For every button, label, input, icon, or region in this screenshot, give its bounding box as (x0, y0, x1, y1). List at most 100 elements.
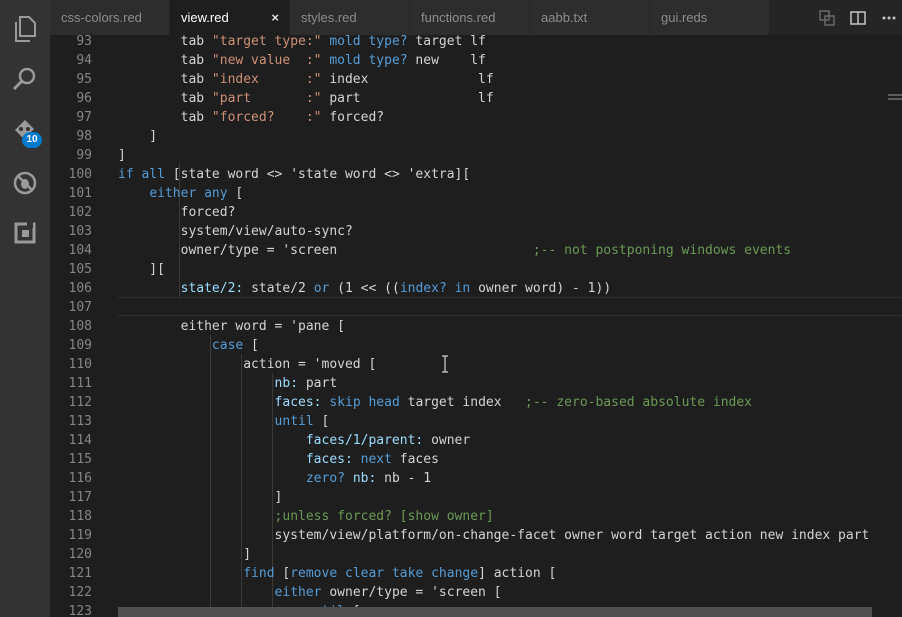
code-token: ] (118, 129, 158, 144)
code-line[interactable]: 117 ] (50, 488, 902, 507)
code-token: ] (118, 148, 126, 163)
line-number: 110 (68, 357, 92, 372)
text-cursor-icon (441, 355, 449, 373)
code-text: faces: next faces (118, 450, 439, 469)
extensions-icon[interactable] (0, 208, 50, 258)
code-editor[interactable]: 93 tab "target type:" mold type? target … (50, 35, 902, 617)
code-token: ;-- zero-based absolute index (525, 395, 753, 410)
line-number: 107 (68, 300, 92, 315)
split-editor-icon[interactable] (842, 10, 874, 25)
tab-label: view.red (181, 10, 229, 25)
code-token: [ (313, 414, 330, 429)
code-token: new (407, 53, 471, 68)
code-token: [ (227, 186, 244, 201)
code-line[interactable]: 98 ] (50, 127, 902, 146)
code-line[interactable]: 102 forced? (50, 203, 902, 222)
code-token: next (360, 452, 392, 467)
code-line[interactable]: 104 owner/type = 'screen ;-- not postpon… (50, 241, 902, 260)
code-token: ] (118, 490, 283, 505)
explorer-icon[interactable] (0, 4, 50, 54)
code-token: zero? (305, 471, 345, 486)
code-token: find (243, 566, 275, 581)
code-token: nb: (274, 376, 299, 391)
code-line[interactable]: 118 ;unless forced? [show owner] (50, 507, 902, 526)
code-token: tab (118, 53, 212, 68)
tab-functions-red[interactable]: functions.red (410, 0, 530, 35)
tab-view-red[interactable]: view.red × (170, 0, 290, 35)
code-line[interactable]: 99] (50, 146, 902, 165)
code-text: tab "part :" part lf (118, 89, 494, 108)
line-number: 100 (68, 167, 92, 182)
close-tab-button[interactable]: × (271, 0, 279, 35)
line-number: 115 (68, 452, 92, 467)
code-line[interactable]: 101 either any [ (50, 184, 902, 203)
code-line[interactable]: 111 nb: part (50, 374, 902, 393)
code-token: tab (118, 35, 212, 49)
line-number: 117 (68, 490, 92, 505)
line-number: 108 (68, 319, 92, 334)
code-line[interactable]: 114 faces/1/parent: owner (50, 431, 902, 450)
code-line[interactable]: 112 faces: skip head target index ;-- ze… (50, 393, 902, 412)
code-line[interactable]: 119 system/view/platform/on-change-facet… (50, 526, 902, 545)
code-token: nb: (352, 471, 377, 486)
code-token: head (368, 395, 400, 410)
code-token: target (407, 35, 471, 49)
tab-label: aabb.txt (541, 10, 588, 25)
code-token: system/view/auto-sync? (118, 224, 353, 239)
more-actions-icon[interactable] (874, 16, 902, 20)
code-line[interactable]: 106 state/2: state/2 or (1 << ((index? i… (50, 279, 902, 298)
code-token: index (321, 72, 479, 87)
open-changes-icon[interactable] (812, 9, 842, 26)
code-line[interactable]: 115 faces: next faces (50, 450, 902, 469)
scrollbar-position-marker[interactable] (888, 94, 902, 100)
horizontal-scrollbar[interactable] (118, 607, 872, 617)
debug-icon[interactable] (0, 158, 50, 208)
code-line[interactable]: 110 action = 'moved [ (50, 355, 902, 374)
code-line[interactable]: 94 tab "new value :" mold type? new lf (50, 51, 902, 70)
code-line[interactable]: 96 tab "part :" part lf (50, 89, 902, 108)
code-text: zero? nb: nb - 1 (118, 469, 431, 488)
code-token: "target type:" (211, 35, 322, 49)
code-text: forced? (118, 203, 236, 222)
code-line[interactable]: 105 ][ (50, 260, 902, 279)
code-token: owner/type = 'screen [ (321, 585, 502, 600)
code-line[interactable]: 122 either owner/type = 'screen [ (50, 583, 902, 602)
code-token: until (274, 414, 314, 429)
code-token: either (149, 186, 197, 201)
tab-aabb-txt[interactable]: aabb.txt (530, 0, 650, 35)
code-line[interactable]: 121 find [remove clear take change] acti… (50, 564, 902, 583)
code-line[interactable]: 109 case [ (50, 336, 902, 355)
code-text: case [ (118, 336, 259, 355)
code-text: either any [ (118, 184, 243, 203)
code-line[interactable]: 120 ] (50, 545, 902, 564)
line-number: 111 (68, 376, 92, 391)
code-line[interactable]: 97 tab "forced? :" forced? (50, 108, 902, 127)
code-line[interactable]: 100 if all [state word <> 'state word <> … (50, 165, 902, 184)
code-line[interactable]: 93 tab "target type:" mold type? target … (50, 35, 902, 51)
code-token: tab (118, 72, 212, 87)
code-line[interactable]: 113 until [ (50, 412, 902, 431)
tab-styles-red[interactable]: styles.red (290, 0, 410, 35)
line-number: 94 (76, 53, 92, 68)
code-text: tab "target type:" mold type? target lf (118, 35, 486, 51)
code-token: state/2: (180, 281, 244, 296)
search-icon[interactable] (0, 54, 50, 104)
code-token: lf (470, 35, 486, 49)
tab-gui-reds[interactable]: gui.reds (650, 0, 770, 35)
code-token: or (313, 281, 330, 296)
code-text: system/view/platform/on-change-facet own… (118, 526, 870, 545)
line-number: 103 (68, 224, 92, 239)
tab-css-colors[interactable]: css-colors.red (50, 0, 170, 35)
code-line[interactable]: 95 tab "index :" index lf (50, 70, 902, 89)
code-token: ][ (118, 262, 165, 277)
code-token: lf (470, 53, 486, 68)
code-line[interactable]: 116 zero? nb: nb - 1 (50, 469, 902, 488)
code-line[interactable]: 107 (50, 298, 902, 317)
code-line[interactable]: 108 either word = 'pane [ (50, 317, 902, 336)
code-line[interactable]: 103 system/view/auto-sync? (50, 222, 902, 241)
line-number: 99 (76, 148, 92, 163)
